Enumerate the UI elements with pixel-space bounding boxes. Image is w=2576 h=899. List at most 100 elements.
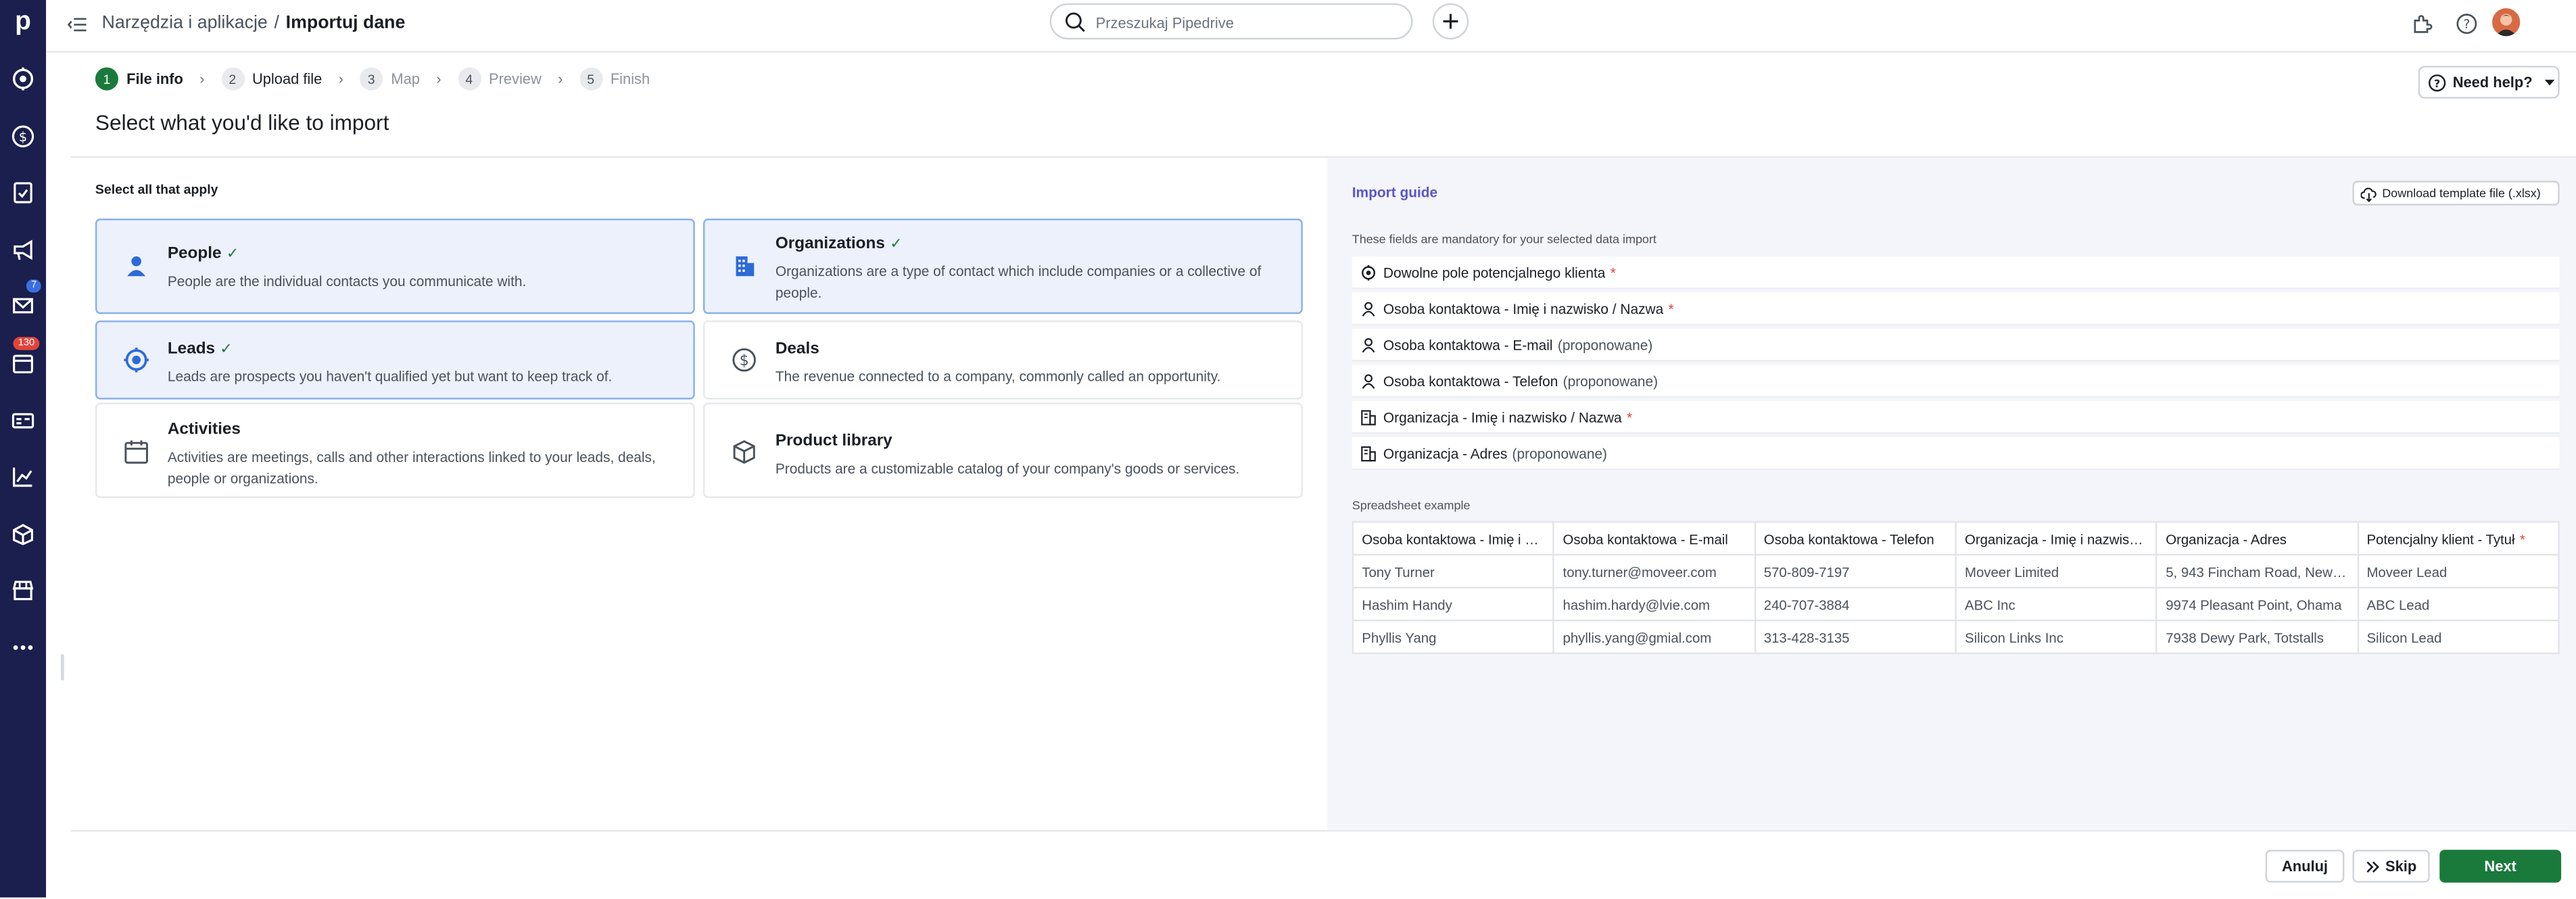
required-mark: *	[1626, 408, 1633, 425]
step-file-info[interactable]: 1 File info ›	[95, 67, 221, 91]
table-header-row: Osoba kontaktowa - Imię i nazwisko / Naz…	[1352, 521, 2560, 556]
table-row: Tony Turner tony.turner@moveer.com 570-8…	[1352, 553, 2560, 589]
step-upload-file[interactable]: 2 Upload file ›	[220, 67, 360, 91]
step-label: Preview	[488, 70, 542, 87]
quick-add-button[interactable]	[1432, 3, 1469, 40]
target-icon	[120, 344, 153, 377]
nav-contacts-button[interactable]	[5, 402, 41, 438]
id-card-icon	[11, 413, 34, 429]
person-icon	[1354, 336, 1383, 352]
menu-collapse-icon	[67, 18, 87, 32]
step-label: File info	[126, 70, 183, 87]
nav-products-button[interactable]	[5, 516, 41, 552]
svg-text:$: $	[740, 352, 749, 369]
card-title: Product library	[775, 432, 892, 451]
extensions-button[interactable]	[2408, 10, 2435, 37]
chevron-right-icon: ›	[558, 70, 563, 87]
help-icon: ?	[2428, 73, 2446, 91]
table-header-cell: Organizacja - Adres	[2155, 521, 2359, 556]
step-number: 2	[220, 67, 244, 91]
download-template-button[interactable]: Download template file (.xlsx)	[2352, 181, 2560, 206]
person-icon	[1354, 372, 1383, 388]
card-title: Deals	[775, 340, 819, 359]
import-type-panel: Select all that apply People ✓ People are…	[70, 158, 1327, 830]
building-icon	[1354, 444, 1383, 461]
card-organizations[interactable]: Organizations ✓ Organizations are a type …	[702, 218, 1303, 315]
box-icon	[728, 436, 761, 469]
nav-more-button[interactable]	[5, 630, 41, 666]
mandatory-fields-label: These fields are mandatory for your sele…	[1352, 231, 1656, 247]
card-product-library[interactable]: Product library Products are a customiza…	[702, 402, 1303, 499]
megaphone-icon	[14, 239, 32, 260]
table-cell: hashim.hardy@lvie.com	[1552, 586, 1756, 622]
table-row: Phyllis Yang phyllis.yang@gmial.com 313-…	[1352, 620, 2560, 655]
top-bar: Narzędzia i aplikacje / Importuj dane ?	[46, 0, 2576, 53]
step-number: 4	[457, 67, 481, 91]
chart-icon	[13, 467, 32, 487]
mandatory-field-row: Dowolne pole potencjalnego klienta *	[1352, 256, 2560, 290]
select-all-label: Select all that apply	[95, 182, 218, 198]
cancel-button[interactable]: Anuluj	[2265, 850, 2345, 883]
pipedrive-logo[interactable]: p	[0, 0, 46, 46]
skip-button[interactable]: Skip	[2352, 850, 2430, 883]
caret-down-icon	[2544, 79, 2554, 86]
nav-campaigns-button[interactable]	[5, 232, 41, 268]
person-icon	[1354, 300, 1383, 316]
field-label: Osoba kontaktowa - Imię i nazwisko / Naz…	[1383, 300, 1664, 317]
spreadsheet-example-label: Spreadsheet example	[1352, 498, 1471, 513]
field-label: Organizacja - Adres	[1383, 444, 1508, 461]
building-icon	[1354, 409, 1383, 425]
more-icon	[13, 645, 33, 650]
breadcrumb-current: Importuj dane	[285, 13, 406, 33]
dollar-icon: $	[11, 125, 34, 147]
nav-calendar-button[interactable]	[5, 345, 41, 381]
table-cell: Silicon Lead	[2356, 620, 2560, 655]
chevron-right-icon: ›	[338, 70, 343, 87]
mandatory-field-row: Organizacja - Imię i nazwisko / Nazwa *	[1352, 400, 2560, 434]
required-mark: *	[1668, 300, 1674, 317]
card-leads[interactable]: Leads ✓ Leads are prospects you haven't q…	[95, 320, 695, 400]
check-icon: ✓	[226, 245, 239, 262]
table-cell: Phyllis Yang	[1352, 620, 1555, 655]
avatar-icon	[2495, 14, 2517, 37]
nav-activities-button[interactable]	[5, 175, 41, 210]
field-label: Osoba kontaktowa - Telefon	[1383, 372, 1558, 389]
table-cell: 9974 Pleasant Point, Ohama	[2155, 586, 2359, 622]
panel-resize-handle[interactable]	[60, 654, 64, 681]
nav-deals-button[interactable]: $	[5, 118, 41, 154]
table-cell: phyllis.yang@gmial.com	[1552, 620, 1756, 655]
card-activities[interactable]: Activities Activities are meetings, call…	[95, 402, 695, 499]
nav-marketplace-button[interactable]	[5, 572, 41, 608]
mandatory-field-row: Organizacja - Adres (proponowane)	[1352, 437, 2560, 470]
search-input[interactable]	[1092, 8, 1395, 38]
table-header-cell: Osoba kontaktowa - Telefon	[1754, 521, 1957, 556]
mandatory-field-row: Osoba kontaktowa - Telefon (proponowane)	[1352, 365, 2560, 398]
table-header-cell: Potencjalny klient - Tytuł *	[2356, 521, 2560, 556]
table-cell: 5, 943 Fincham Road, New York	[2155, 553, 2359, 589]
user-avatar[interactable]	[2492, 8, 2521, 37]
required-mark: *	[1610, 263, 1616, 281]
card-people[interactable]: People ✓ People are the individual contac…	[95, 218, 695, 315]
need-help-button[interactable]: ? Need help?	[2418, 66, 2560, 99]
menu-toggle-button[interactable]	[67, 13, 87, 43]
help-button[interactable]: ?	[2453, 10, 2479, 37]
svg-text:?: ?	[2434, 76, 2440, 89]
step-finish: 5 Finish	[579, 67, 650, 91]
mandatory-field-row: Osoba kontaktowa - E-mail (proponowane)	[1352, 328, 2560, 362]
breadcrumb-parent[interactable]: Narzędzia i aplikacje	[102, 13, 268, 32]
search-box[interactable]	[1049, 3, 1413, 40]
app-root: p $ 7 130 Narzędzia i aplikacje / Import…	[0, 0, 2576, 898]
nav-mail-button[interactable]	[5, 287, 41, 323]
plus-icon	[1443, 14, 1458, 29]
nav-leads-button[interactable]	[5, 61, 41, 97]
table-cell: Moveer Lead	[2356, 553, 2560, 589]
target-icon	[1354, 264, 1383, 280]
store-icon	[12, 580, 34, 601]
double-chevron-right-icon	[2366, 860, 2379, 872]
nav-insights-button[interactable]	[5, 459, 41, 494]
card-deals[interactable]: $ Deals The revenue connected to a compa…	[702, 320, 1303, 400]
step-number: 5	[579, 67, 602, 91]
mail-icon	[13, 298, 33, 314]
need-help-label: Need help?	[2452, 74, 2533, 91]
next-button[interactable]: Next	[2439, 850, 2562, 883]
